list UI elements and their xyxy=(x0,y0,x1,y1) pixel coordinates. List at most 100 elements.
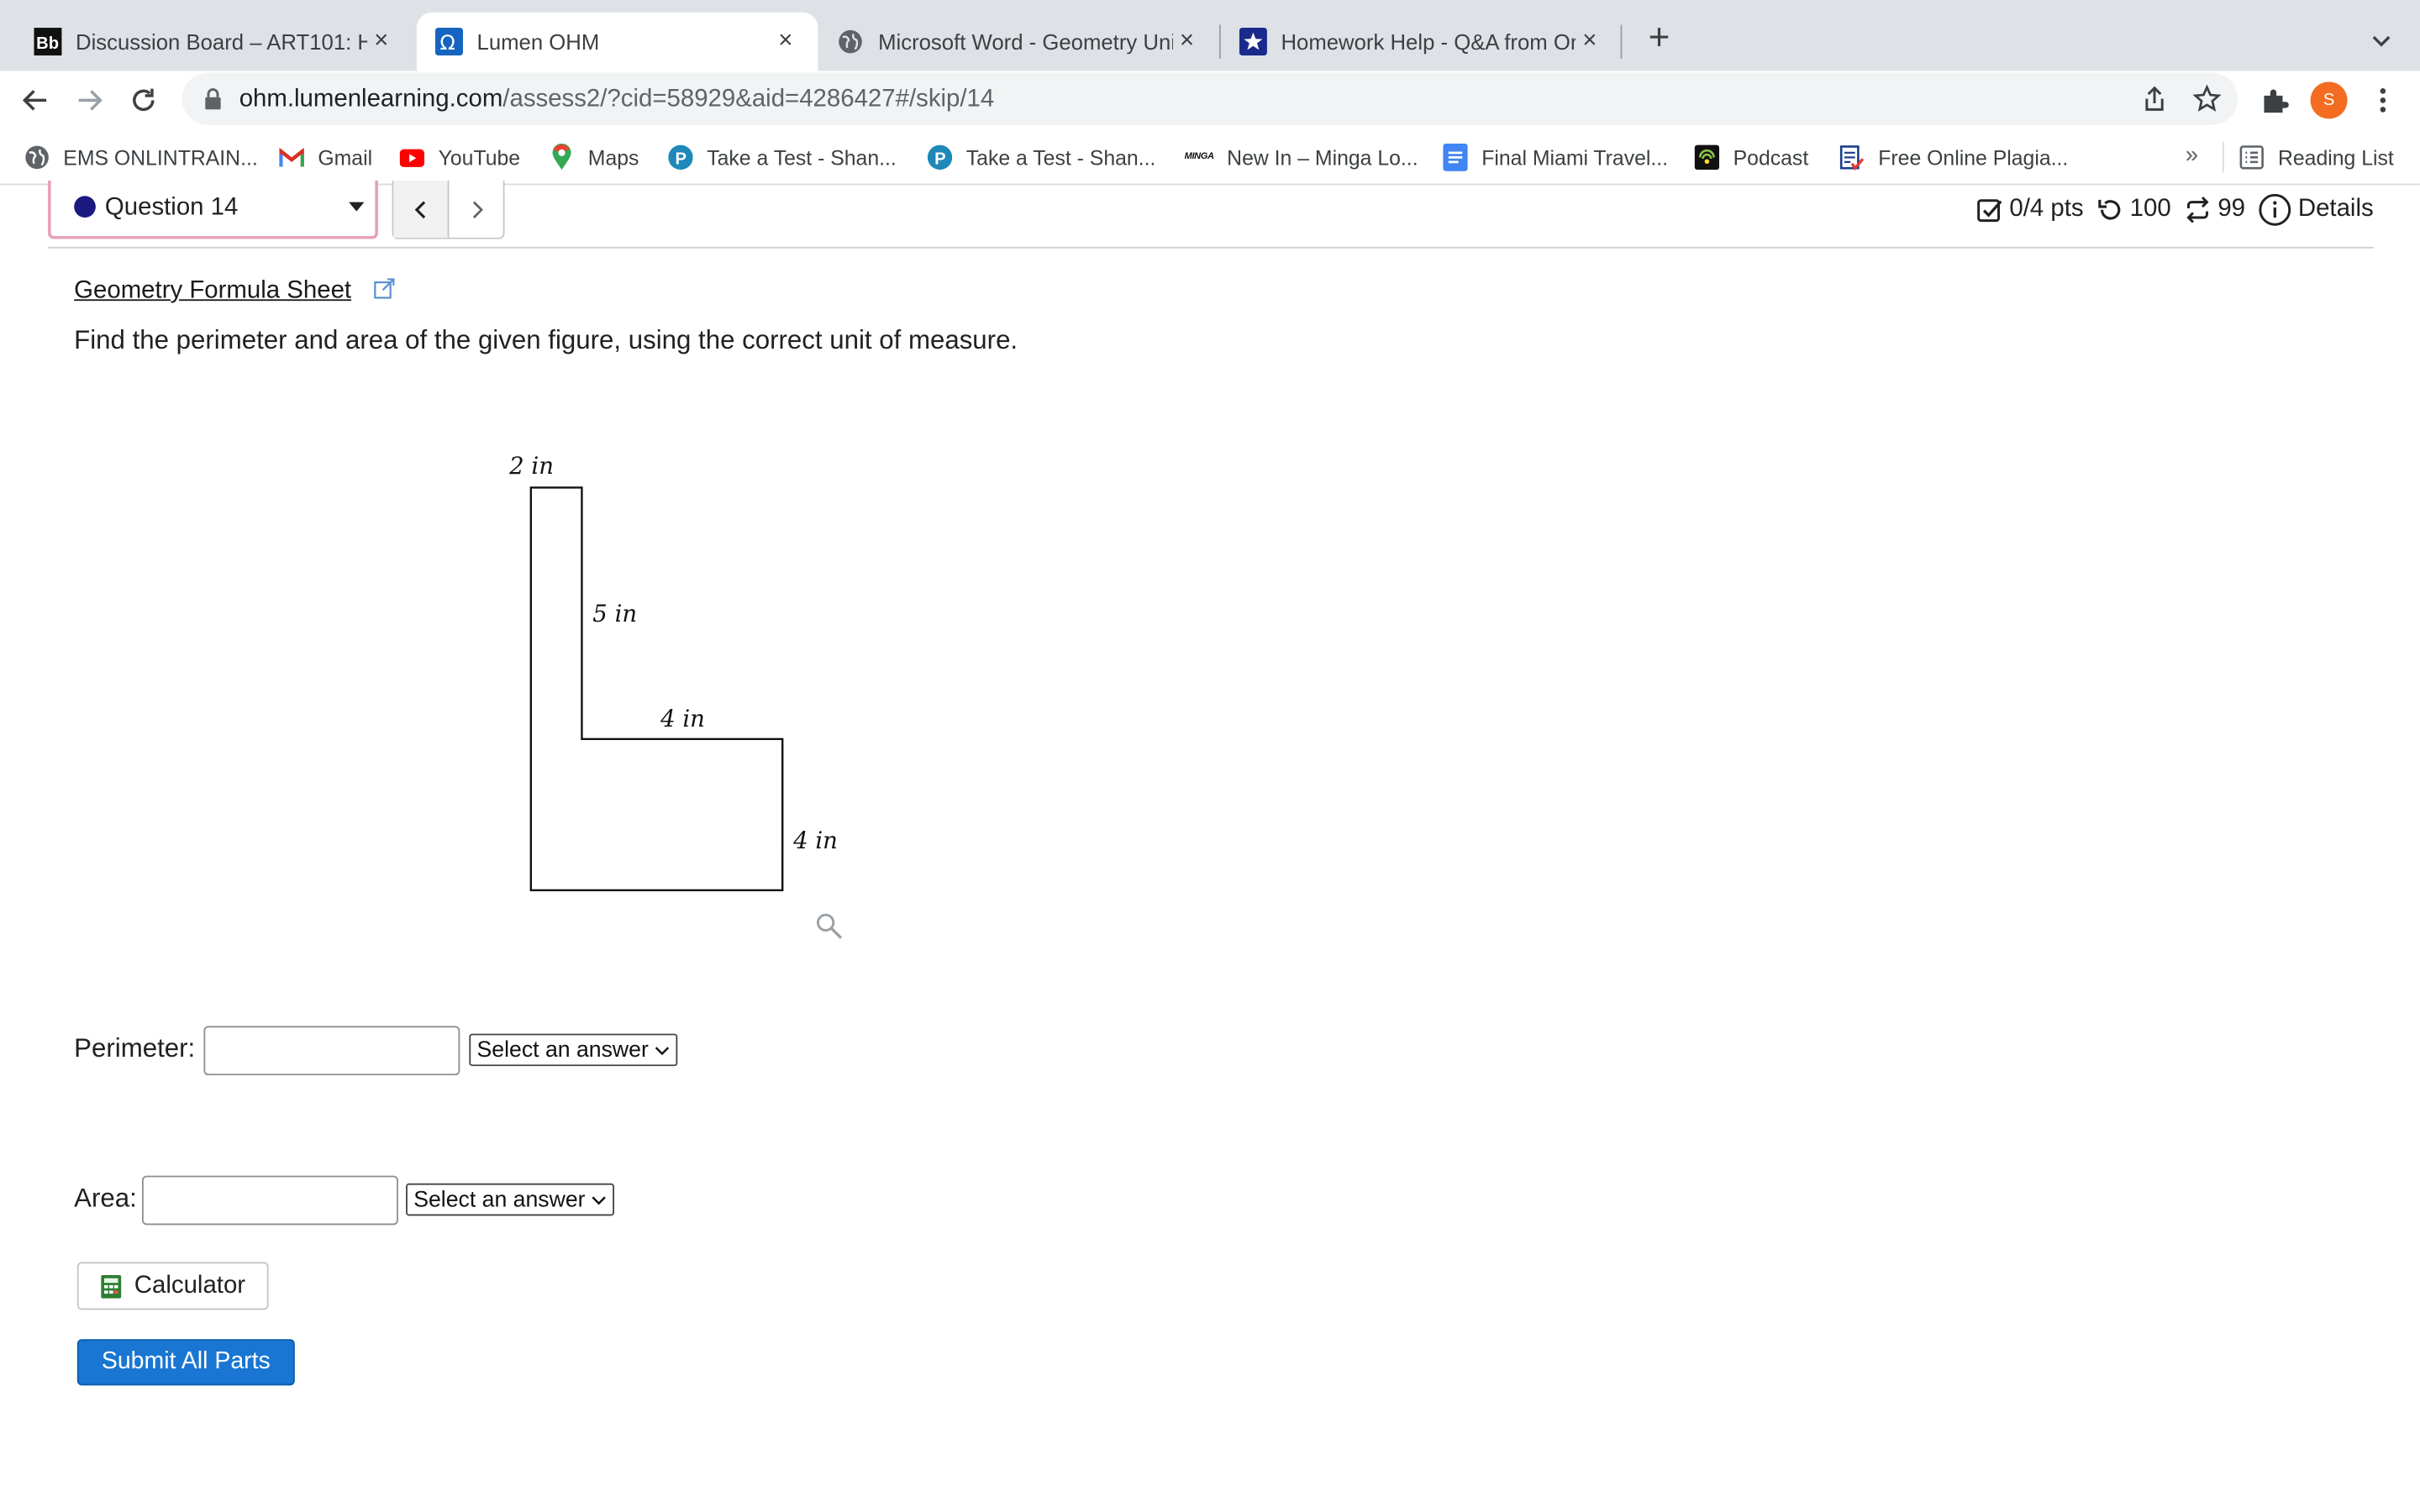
retry-icon xyxy=(2098,199,2121,220)
question-prompt: Find the perimeter and area of the given… xyxy=(74,325,1018,355)
chevron-down-icon xyxy=(655,1046,670,1055)
bookmark-label: Take a Test - Shan... xyxy=(707,145,897,170)
tab-title: Homework Help - Q&A from On xyxy=(1281,29,1576,55)
close-tab-icon[interactable]: × xyxy=(771,28,799,55)
perimeter-unit-select[interactable]: Select an answer xyxy=(469,1033,678,1067)
browser-menu-icon[interactable] xyxy=(2366,83,2400,117)
bookmark-minga[interactable]: MINGA New In – Minga Lo... xyxy=(1184,144,1418,171)
p-circle-icon: P xyxy=(927,144,953,171)
chevron-left-icon xyxy=(413,200,425,218)
bookmark-maps[interactable]: Maps xyxy=(550,143,639,171)
bookmark-label: Take a Test - Shan... xyxy=(965,145,1156,170)
profile-avatar[interactable]: S xyxy=(2310,81,2348,119)
youtube-icon xyxy=(399,145,425,170)
tab-discussion-board[interactable]: Bb Discussion Board – ART101: HIS × xyxy=(0,13,413,71)
l-shape-outline xyxy=(529,486,784,891)
blackboard-icon: Bb xyxy=(34,28,62,56)
attempts-indicator: 100 xyxy=(2096,192,2171,228)
perimeter-input[interactable] xyxy=(203,1026,460,1076)
bookmark-youtube[interactable]: YouTube xyxy=(399,144,521,171)
bookmark-star-icon[interactable] xyxy=(2191,83,2223,114)
external-link-icon xyxy=(374,278,395,299)
new-tab-button[interactable]: + xyxy=(1639,19,1680,60)
tab-title: Discussion Board – ART101: HIS xyxy=(75,29,368,55)
url-path: /assess2/?cid=58929&aid=4286427#/skip/14 xyxy=(502,86,995,113)
lumen-omega-icon: Ω xyxy=(434,28,464,56)
bookmark-label: New In – Minga Lo... xyxy=(1227,145,1418,170)
attempts-text: 100 xyxy=(2129,196,2171,223)
reload-icon xyxy=(133,88,155,112)
bookmark-label: Gmail xyxy=(318,145,373,170)
next-question-button[interactable] xyxy=(449,181,504,238)
reload-button[interactable] xyxy=(124,81,164,121)
chevron-down-icon xyxy=(592,1195,607,1205)
bookmark-take-a-test-2[interactable]: P Take a Test - Shan... xyxy=(927,144,1156,171)
bookmark-label: EMS ONLINTRAIN... xyxy=(63,145,258,170)
bookmark-gmail[interactable]: Gmail xyxy=(279,144,372,171)
points-indicator: 0/4 pts xyxy=(1977,192,2084,228)
bookmarks-overflow-button[interactable]: » xyxy=(2186,142,2198,168)
forward-button[interactable] xyxy=(70,81,110,121)
back-button[interactable] xyxy=(15,81,55,121)
regenerate-icon xyxy=(2186,197,2209,223)
screen: Bb Discussion Board – ART101: HIS × Ω Lu… xyxy=(0,0,2420,1512)
url-text[interactable]: ohm.lumenlearning.com/assess2/?cid=58929… xyxy=(239,87,995,114)
magnify-icon[interactable] xyxy=(816,913,843,939)
calculator-button[interactable]: Calculator xyxy=(76,1262,269,1310)
geometry-formula-sheet-link[interactable]: Geometry Formula Sheet xyxy=(74,278,351,306)
question-selector[interactable]: Question 14 xyxy=(47,180,378,239)
submit-all-parts-button[interactable]: Submit All Parts xyxy=(76,1339,295,1386)
globe-icon xyxy=(836,28,864,55)
address-bar[interactable]: ohm.lumenlearning.com/assess2/?cid=58929… xyxy=(182,72,2238,125)
area-unit-select-value: Select an answer xyxy=(413,1187,586,1212)
bookmarks-separator xyxy=(2222,141,2224,173)
close-tab-icon[interactable]: × xyxy=(1576,28,1603,55)
bookmark-free-online-plagiarism[interactable]: Free Online Plagia... xyxy=(1839,144,2068,171)
tab-lumen-ohm[interactable]: Ω Lumen OHM × xyxy=(416,12,818,71)
bookmark-label: Free Online Plagia... xyxy=(1878,145,2069,170)
dropdown-caret-icon xyxy=(349,202,365,212)
podcast-icon xyxy=(1694,144,1720,171)
forward-arrow-icon xyxy=(78,90,103,111)
reading-list-icon xyxy=(2239,145,2264,170)
gmail-icon xyxy=(279,145,304,170)
maps-pin-icon xyxy=(550,143,574,171)
previous-question-button[interactable] xyxy=(393,180,450,238)
figure-label-right: 4 in xyxy=(792,827,838,854)
area-label: Area: xyxy=(74,1183,137,1213)
details-button[interactable]: Details xyxy=(2258,192,2374,228)
bookmark-take-a-test-1[interactable]: P Take a Test - Shan... xyxy=(668,144,897,171)
bookmark-podcast[interactable]: Podcast xyxy=(1694,144,1809,171)
info-icon xyxy=(2259,193,2291,226)
star-shield-icon xyxy=(1239,28,1267,56)
tab-strip: Bb Discussion Board – ART101: HIS × Ω Lu… xyxy=(0,0,2420,71)
figure-label-inner-horizontal: 4 in xyxy=(660,706,705,732)
l-shape-figure: 2 in 5 in 4 in 4 in xyxy=(508,453,843,939)
bookmark-label: YouTube xyxy=(438,145,521,170)
share-icon[interactable] xyxy=(2139,83,2170,114)
bookmark-label: Maps xyxy=(587,145,639,170)
tab-homework-help[interactable]: Homework Help - Q&A from On × xyxy=(1221,13,1623,71)
svg-text:P: P xyxy=(934,150,945,169)
points-text: 0/4 pts xyxy=(2009,196,2084,223)
calculator-icon xyxy=(101,1274,122,1298)
area-unit-select[interactable]: Select an answer xyxy=(406,1183,615,1216)
minga-icon: MINGA xyxy=(1184,152,1214,162)
versions-text: 99 xyxy=(2217,196,2246,223)
header-divider xyxy=(47,246,2374,249)
svg-text:Ω: Ω xyxy=(439,31,455,55)
p-circle-icon: P xyxy=(668,144,693,171)
reading-list-button[interactable]: Reading List xyxy=(2239,144,2394,171)
close-tab-icon[interactable]: × xyxy=(367,28,395,55)
tab-search-chevron-icon[interactable] xyxy=(2366,24,2397,55)
tab-microsoft-word[interactable]: Microsoft Word - Geometry Uni × xyxy=(818,13,1219,71)
svg-text:P: P xyxy=(676,150,687,169)
bookmark-ems[interactable]: EMS ONLINTRAIN... xyxy=(24,144,258,171)
close-tab-icon[interactable]: × xyxy=(1173,28,1201,55)
bookmark-final-miami-travel[interactable]: Final Miami Travel... xyxy=(1443,143,1668,171)
extensions-puzzle-icon[interactable] xyxy=(2258,83,2291,117)
globe-icon xyxy=(24,145,49,170)
area-input[interactable] xyxy=(141,1175,398,1226)
bookmark-label: Podcast xyxy=(1733,145,1809,170)
question-pager xyxy=(392,180,505,239)
